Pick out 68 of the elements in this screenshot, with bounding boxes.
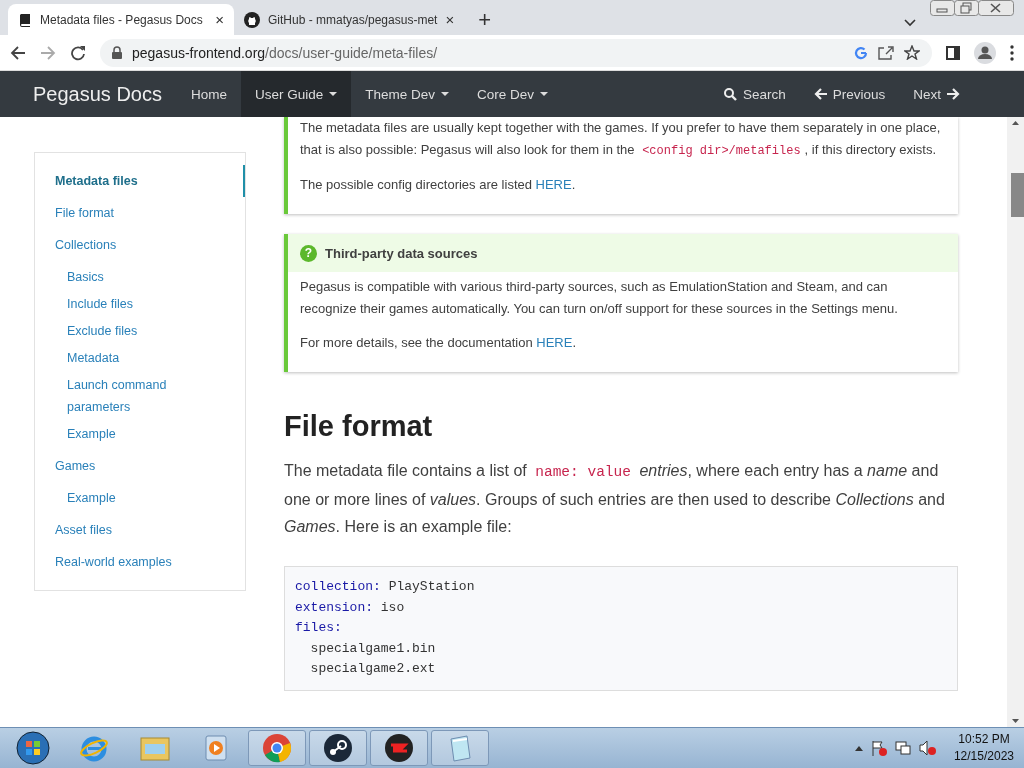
paragraph: For more details, see the documentation HERE. xyxy=(300,334,578,352)
book-icon xyxy=(18,12,32,27)
lock-icon xyxy=(112,46,122,59)
caret-up-icon[interactable] xyxy=(854,745,863,751)
new-tab-button[interactable]: + xyxy=(478,9,491,31)
sidebar-item[interactable]: Metadata files xyxy=(35,165,245,197)
nav-link[interactable]: Next xyxy=(899,71,974,117)
back-icon[interactable] xyxy=(10,44,26,61)
sidebar-item[interactable]: Metadata xyxy=(35,347,245,369)
nav-item[interactable]: Home xyxy=(176,71,241,117)
start-orb-icon[interactable] xyxy=(16,731,50,765)
paragraph: The metadata file contains a list of name: value entries, where each entry has a name and one or more lines of values. Groups of such entries are then used to describe Collections and Games. Here is an example file: xyxy=(284,461,946,537)
link[interactable]: HERE xyxy=(535,177,572,192)
scrollbar-thumb[interactable] xyxy=(1011,173,1024,217)
paragraph: Pegasus is compatible with various third-party sources, such as EmulationStation and Steam, and can recognize their games automatically. You can turn on/off support for these sources in the Settings menu. xyxy=(300,278,899,318)
steam-icon[interactable] xyxy=(323,733,353,763)
arrow-right-icon xyxy=(947,88,960,100)
clock-date[interactable]: 12/15/2023 xyxy=(953,748,1014,765)
sidebar-item[interactable]: Launch command parameters xyxy=(35,374,245,418)
section-heading: File format xyxy=(284,410,434,443)
nav-item[interactable]: Theme Dev xyxy=(351,71,464,117)
close-icon[interactable]: × xyxy=(215,11,224,28)
nav-link[interactable]: Previous xyxy=(799,71,900,117)
share-icon[interactable] xyxy=(878,45,894,60)
network-icon[interactable] xyxy=(894,740,911,756)
speaker-icon[interactable] xyxy=(918,740,937,756)
window-controls-drawing[interactable] xyxy=(930,0,1014,18)
sidebar-item[interactable]: Collections xyxy=(35,229,245,261)
reload-icon[interactable] xyxy=(70,44,86,61)
paragraph: The metadata files are usually kept together with the games. If you prefer to have them separately in one place, that is also possible: Pegasus will also look for them in the <config dir>/metafiles , if this directory exists. xyxy=(300,119,942,160)
sidebar-item[interactable]: File format xyxy=(35,197,245,229)
star-icon[interactable] xyxy=(904,45,920,60)
sidebar-item[interactable]: Basics xyxy=(35,266,245,288)
site-title[interactable]: Pegasus Docs xyxy=(33,82,162,106)
code-line: collection: PlayStation xyxy=(295,578,475,596)
side-panel-icon[interactable] xyxy=(946,45,960,60)
callout-title: Third-party data sources xyxy=(325,245,478,261)
sidebar-item[interactable]: Example xyxy=(35,487,245,509)
flag-icon[interactable] xyxy=(870,740,887,756)
nav-item[interactable]: User Guide xyxy=(241,71,352,117)
help-icon: ? xyxy=(300,244,317,262)
clock-time[interactable]: 10:52 PM xyxy=(953,731,1014,748)
browser-tab[interactable]: GitHub - mmatyas/pegasus-met × xyxy=(234,4,465,35)
sidebar-item[interactable]: Exclude files xyxy=(35,320,245,342)
close-icon[interactable]: × xyxy=(445,11,455,28)
sidebar-item[interactable]: Example xyxy=(35,423,245,445)
chrome-icon[interactable] xyxy=(262,733,292,763)
app-logo-icon[interactable] xyxy=(384,733,414,763)
google-icon[interactable] xyxy=(854,45,868,60)
sidebar-item[interactable]: Real-world examples xyxy=(35,546,245,578)
address-bar[interactable]: pegasus-frontend.org/docs/user-guide/meta-files/ xyxy=(100,38,932,67)
sidebar-item[interactable]: Asset files xyxy=(35,514,245,546)
paragraph: The possible config directories are listed HERE. xyxy=(300,176,577,194)
profile-icon[interactable] xyxy=(974,41,996,64)
code-line: extension: iso xyxy=(295,598,405,617)
browser-tab[interactable]: Metadata files - Pegasus Docs × xyxy=(8,4,234,35)
chevron-down-icon[interactable] xyxy=(904,19,916,27)
media-player-icon[interactable] xyxy=(203,734,229,762)
code-line: specialgame2.ext xyxy=(309,660,436,679)
code-line: specialgame1.bin xyxy=(309,639,436,658)
code-line: files: xyxy=(295,619,342,638)
search-icon xyxy=(723,87,737,101)
sidebar-item[interactable]: Include files xyxy=(35,293,245,315)
nav-link[interactable]: Search xyxy=(709,71,800,117)
menu-icon[interactable] xyxy=(1010,44,1014,61)
arrow-left-icon xyxy=(813,88,827,100)
sidebar-item[interactable]: Games xyxy=(35,450,245,482)
nav-item[interactable]: Core Dev xyxy=(463,71,563,117)
